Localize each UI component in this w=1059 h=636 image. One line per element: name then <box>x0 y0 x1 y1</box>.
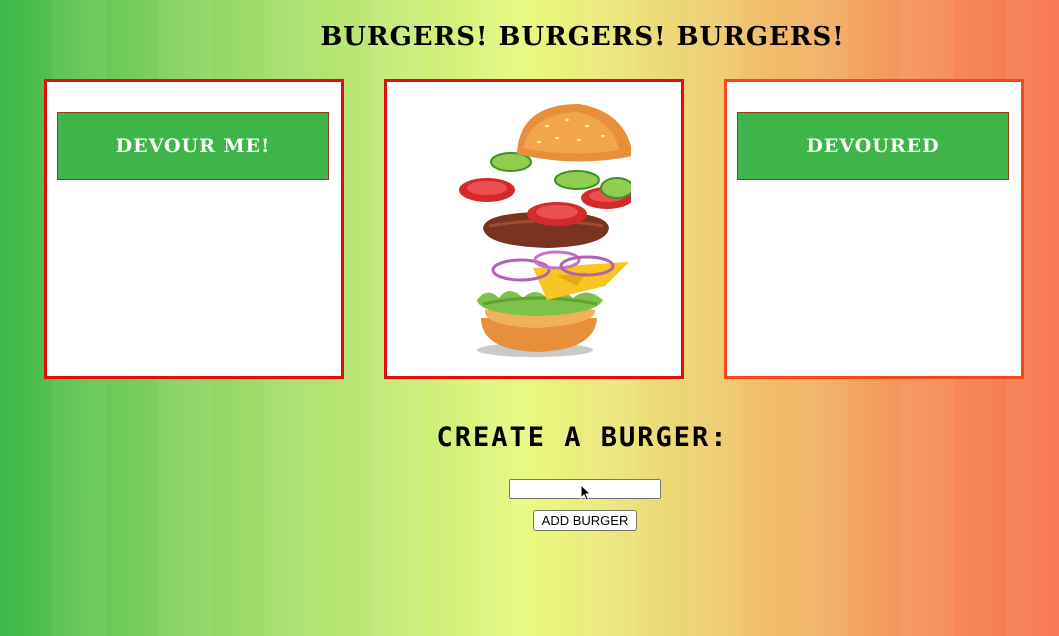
devoured-button[interactable]: DEVOURED <box>737 112 1009 180</box>
page-title: BURGERS! BURGERS! BURGERS! <box>320 22 845 52</box>
create-burger-heading: CREATE A BURGER: <box>436 422 729 453</box>
uneaten-burgers-panel: DEVOUR ME! <box>44 79 344 379</box>
burger-name-input[interactable] <box>509 479 661 499</box>
burger-illustration-icon <box>459 104 631 357</box>
add-burger-button[interactable]: ADD BURGER <box>533 510 637 531</box>
burger-image-panel <box>384 79 684 379</box>
devour-me-button[interactable]: DEVOUR ME! <box>57 112 329 180</box>
devoured-burgers-panel: DEVOURED <box>724 79 1024 379</box>
